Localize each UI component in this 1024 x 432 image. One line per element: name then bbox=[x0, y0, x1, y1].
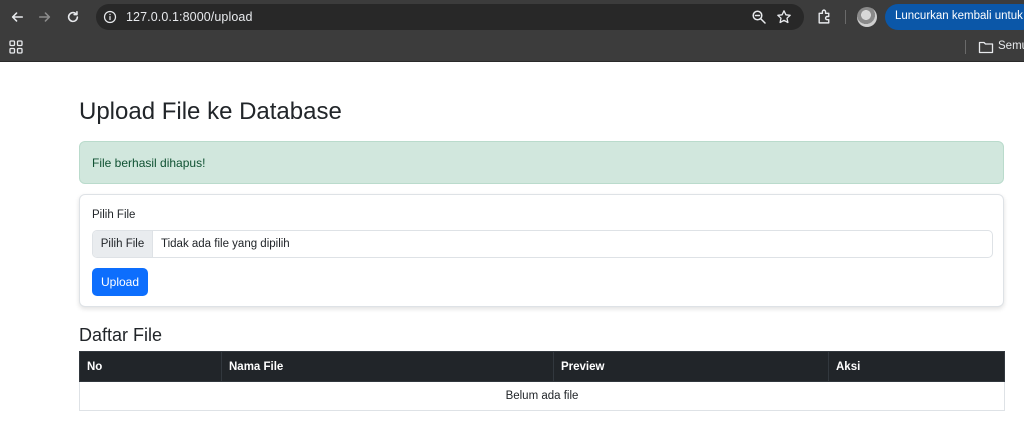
table-row: Belum ada file bbox=[79, 381, 1005, 411]
column-header-file-name: Nama File bbox=[221, 351, 554, 382]
file-input[interactable]: Pilih File Tidak ada file yang dipilih bbox=[92, 230, 993, 258]
file-status-text: Tidak ada file yang dipilih bbox=[161, 238, 290, 250]
all-bookmarks-label[interactable]: Semua bbox=[998, 40, 1024, 52]
success-alert: File berhasil dihapus! bbox=[79, 141, 1004, 184]
upload-button[interactable]: Upload bbox=[92, 268, 148, 296]
toolbar-divider bbox=[845, 10, 846, 24]
choose-file-button[interactable]: Pilih File bbox=[93, 231, 153, 257]
url-text[interactable]: 127.0.0.1:8000/upload bbox=[126, 10, 253, 24]
relaunch-label: Luncurkan kembali untuk meng bbox=[895, 10, 1024, 22]
bookmarks-divider bbox=[965, 40, 966, 54]
bookmark-star-icon[interactable] bbox=[776, 9, 792, 25]
column-header-preview: Preview bbox=[553, 351, 829, 382]
address-bar[interactable]: 127.0.0.1:8000/upload bbox=[96, 4, 804, 30]
arrow-right-icon bbox=[38, 12, 51, 22]
page-title: Upload File ke Database bbox=[79, 98, 342, 125]
extensions-icon[interactable] bbox=[816, 8, 833, 25]
zoom-icon[interactable] bbox=[751, 9, 767, 25]
file-list-title: Daftar File bbox=[79, 325, 163, 345]
arrow-left-icon bbox=[11, 12, 24, 22]
file-field-label: Pilih File bbox=[92, 209, 136, 221]
back-button[interactable] bbox=[7, 7, 27, 27]
relaunch-button[interactable]: Luncurkan kembali untuk meng bbox=[885, 4, 1024, 30]
alert-message: File berhasil dihapus! bbox=[92, 156, 206, 170]
apps-grid-icon[interactable] bbox=[9, 40, 23, 54]
profile-avatar[interactable] bbox=[857, 7, 877, 27]
reload-icon bbox=[67, 10, 79, 23]
table-header-row: No Nama File Preview Aksi bbox=[79, 351, 1005, 382]
site-info-icon[interactable] bbox=[103, 10, 117, 24]
reload-button[interactable] bbox=[63, 7, 83, 27]
bookmarks-bar bbox=[0, 34, 1024, 62]
file-table: No Nama File Preview Aksi Belum ada file bbox=[79, 351, 1005, 411]
empty-table-message: Belum ada file bbox=[79, 381, 1005, 411]
column-header-no: No bbox=[79, 351, 222, 382]
forward-button[interactable] bbox=[35, 7, 55, 27]
folder-icon[interactable] bbox=[978, 40, 994, 54]
column-header-actions: Aksi bbox=[828, 351, 1005, 382]
browser-toolbar: 127.0.0.1:8000/upload Luncurkan kembali … bbox=[0, 0, 1024, 34]
upload-card: Pilih File Pilih File Tidak ada file yan… bbox=[79, 194, 1004, 307]
